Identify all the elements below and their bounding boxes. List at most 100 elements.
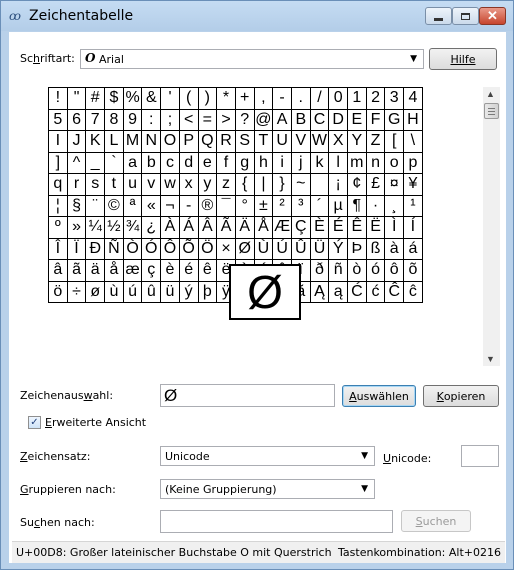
- character-cell[interactable]: b: [141, 151, 162, 174]
- character-cell[interactable]: M: [122, 130, 143, 153]
- font-dropdown[interactable]: O Arial ▼: [80, 49, 424, 69]
- character-cell[interactable]: ¨: [85, 194, 106, 217]
- character-cell[interactable]: ã: [66, 259, 87, 282]
- character-cell[interactable]: \: [403, 130, 423, 153]
- character-cell[interactable]: >: [216, 108, 236, 131]
- character-cell[interactable]: ô: [384, 259, 405, 282]
- character-cell[interactable]: x: [178, 173, 199, 196]
- character-cell[interactable]: ·: [365, 194, 386, 217]
- character-cell[interactable]: n: [365, 151, 386, 174]
- character-cell[interactable]: ±: [253, 194, 274, 217]
- character-cell[interactable]: ö: [48, 280, 68, 303]
- character-cell[interactable]: ,: [253, 87, 274, 110]
- character-cell[interactable]: Ö: [197, 237, 218, 260]
- character-cell[interactable]: @: [253, 108, 274, 131]
- character-cell[interactable]: ³: [290, 194, 311, 217]
- character-cell[interactable]: %: [122, 87, 143, 110]
- character-cell[interactable]: 3: [384, 87, 405, 110]
- character-cell[interactable]: |: [253, 173, 274, 196]
- character-cell[interactable]: Ø: [234, 237, 255, 260]
- character-cell[interactable]: ¢: [347, 173, 367, 196]
- character-cell[interactable]: Ð: [85, 237, 106, 260]
- help-button[interactable]: Hilfe: [429, 48, 497, 70]
- select-button[interactable]: Auswählen: [342, 385, 416, 407]
- character-cell[interactable]: <: [178, 108, 199, 131]
- character-cell[interactable]: Ý: [328, 237, 348, 260]
- character-cell[interactable]: c: [160, 151, 180, 174]
- character-cell[interactable]: ¦: [48, 194, 68, 217]
- character-cell[interactable]: S: [234, 130, 255, 153]
- character-cell[interactable]: Á: [178, 216, 199, 239]
- character-cell[interactable]: j: [290, 151, 311, 174]
- character-cell[interactable]: ]: [48, 151, 68, 174]
- character-cell[interactable]: ¸: [384, 194, 405, 217]
- character-cell[interactable]: ¯: [216, 194, 236, 217]
- character-cell[interactable]: õ: [403, 259, 423, 282]
- character-cell[interactable]: Ô: [160, 237, 180, 260]
- character-cell[interactable]: R: [216, 130, 236, 153]
- character-cell[interactable]: 0: [328, 87, 348, 110]
- character-cell[interactable]: :: [141, 108, 162, 131]
- character-cell[interactable]: Ã: [216, 216, 236, 239]
- character-cell[interactable]: 1: [347, 87, 367, 110]
- character-cell[interactable]: i: [272, 151, 292, 174]
- character-cell[interactable]: F: [365, 108, 386, 131]
- character-cell[interactable]: ²: [272, 194, 292, 217]
- character-cell[interactable]: Q: [197, 130, 218, 153]
- character-cell[interactable]: s: [85, 173, 106, 196]
- character-cell[interactable]: ù: [104, 280, 124, 303]
- character-cell[interactable]: 7: [85, 108, 106, 131]
- character-cell[interactable]: O: [160, 130, 180, 153]
- character-cell[interactable]: Õ: [178, 237, 199, 260]
- character-cell[interactable]: E: [347, 108, 367, 131]
- character-cell[interactable]: B: [290, 108, 311, 131]
- character-cell[interactable]: 2: [365, 87, 386, 110]
- minimize-button[interactable]: [425, 7, 452, 25]
- unicode-field[interactable]: [461, 445, 499, 467]
- character-cell[interactable]: a: [122, 151, 143, 174]
- character-cell[interactable]: {: [234, 173, 255, 196]
- character-cell[interactable]: ê: [197, 259, 218, 282]
- character-cell[interactable]: ): [197, 87, 218, 110]
- character-cell[interactable]: $: [104, 87, 124, 110]
- advanced-view-label[interactable]: Erweiterte Ansicht: [45, 416, 146, 429]
- character-cell[interactable]: Å: [253, 216, 274, 239]
- character-cell[interactable]: ¬: [160, 194, 180, 217]
- character-cell[interactable]: Y: [347, 130, 367, 153]
- character-cell[interactable]: =: [197, 108, 218, 131]
- character-cell[interactable]: ©: [104, 194, 124, 217]
- character-cell[interactable]: ?: [234, 108, 255, 131]
- character-cell[interactable]: ć: [365, 280, 386, 303]
- character-cell[interactable]: 9: [122, 108, 143, 131]
- character-cell[interactable]: P: [178, 130, 199, 153]
- character-cell[interactable]: ą: [328, 280, 348, 303]
- character-cell[interactable]: «: [141, 194, 162, 217]
- character-cell[interactable]: U: [272, 130, 292, 153]
- character-cell[interactable]: 4: [403, 87, 423, 110]
- character-cell[interactable]: ý: [178, 280, 199, 303]
- character-cell[interactable]: ò: [347, 259, 367, 282]
- character-cell[interactable]: k: [309, 151, 330, 174]
- character-cell[interactable]: Ó: [141, 237, 162, 260]
- character-cell[interactable]: C: [309, 108, 330, 131]
- character-cell[interactable]: +: [234, 87, 255, 110]
- character-cell[interactable]: r: [66, 173, 87, 196]
- character-cell[interactable]: z: [216, 173, 236, 196]
- character-cell[interactable]: ä: [85, 259, 106, 282]
- character-cell[interactable]: ß: [365, 237, 386, 260]
- character-cell[interactable]: Ä: [234, 216, 255, 239]
- character-cell[interactable]: l: [328, 151, 348, 174]
- character-cell[interactable]: L: [104, 130, 124, 153]
- character-cell[interactable]: ¿: [141, 216, 162, 239]
- character-cell[interactable]: À: [160, 216, 180, 239]
- character-cell[interactable]: 5: [48, 108, 68, 131]
- group-by-dropdown[interactable]: (Keine Gruppierung) ▼: [160, 479, 375, 499]
- character-cell[interactable]: £: [365, 173, 386, 196]
- character-cell[interactable]: -: [272, 87, 292, 110]
- character-cell[interactable]: D: [328, 108, 348, 131]
- character-cell[interactable]: ~: [290, 173, 311, 196]
- character-cell[interactable]: ¶: [347, 194, 367, 217]
- character-cell[interactable]: }: [272, 173, 292, 196]
- character-cell[interactable]: §: [66, 194, 87, 217]
- character-cell[interactable]: Ĉ: [384, 280, 405, 303]
